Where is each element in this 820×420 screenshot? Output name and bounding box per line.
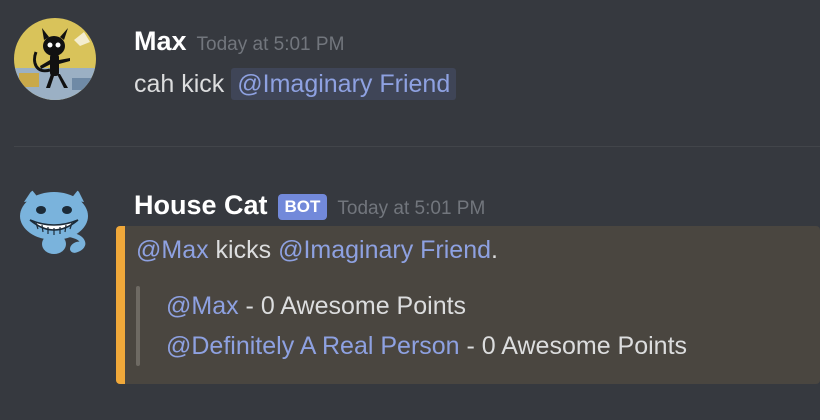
grinning-blue-cat-avatar-icon [20,190,88,254]
score-text: - 0 Awesome Points [238,292,467,320]
bot-avatar[interactable] [14,184,96,266]
score-text: - 0 Awesome Points [459,332,688,360]
score-line: @Definitely A Real Person - 0 Awesome Po… [166,332,687,361]
user-mention[interactable]: @Max [136,236,209,264]
embed-description: @Max kicks @Imaginary Friend. [136,236,498,265]
embed-accent-bar [116,226,125,384]
chat-messages: Max Today at 5:01 PM cah kick @Imaginary… [0,0,820,420]
message-content: cah kick @Imaginary Friend [134,68,457,100]
embed-text: kicks [208,236,279,264]
username[interactable]: Max [134,26,187,57]
timestamp: Today at 5:01 PM [196,34,345,55]
message-text: cah kick [134,70,232,98]
message-header: House Cat BOT Today at 5:01 PM [134,190,485,222]
blockquote-bar [136,286,140,366]
username[interactable]: House Cat [134,190,268,221]
message-header: Max Today at 5:01 PM [134,26,344,57]
bot-tag: BOT [277,194,328,220]
score-line: @Max - 0 Awesome Points [166,292,466,321]
user-mention[interactable]: @Max [166,292,239,320]
user-mention[interactable]: @Definitely A Real Person [166,332,460,360]
rich-embed: @Max kicks @Imaginary Friend. @Max - 0 A… [116,226,820,384]
embed-text: . [491,236,498,264]
user-mention[interactable]: @Imaginary Friend [231,68,457,100]
black-cat-character-avatar-icon [14,18,96,100]
user-mention[interactable]: @Imaginary Friend [278,236,491,264]
user-avatar[interactable] [14,18,96,100]
message-divider [14,146,820,147]
timestamp: Today at 5:01 PM [337,198,486,219]
